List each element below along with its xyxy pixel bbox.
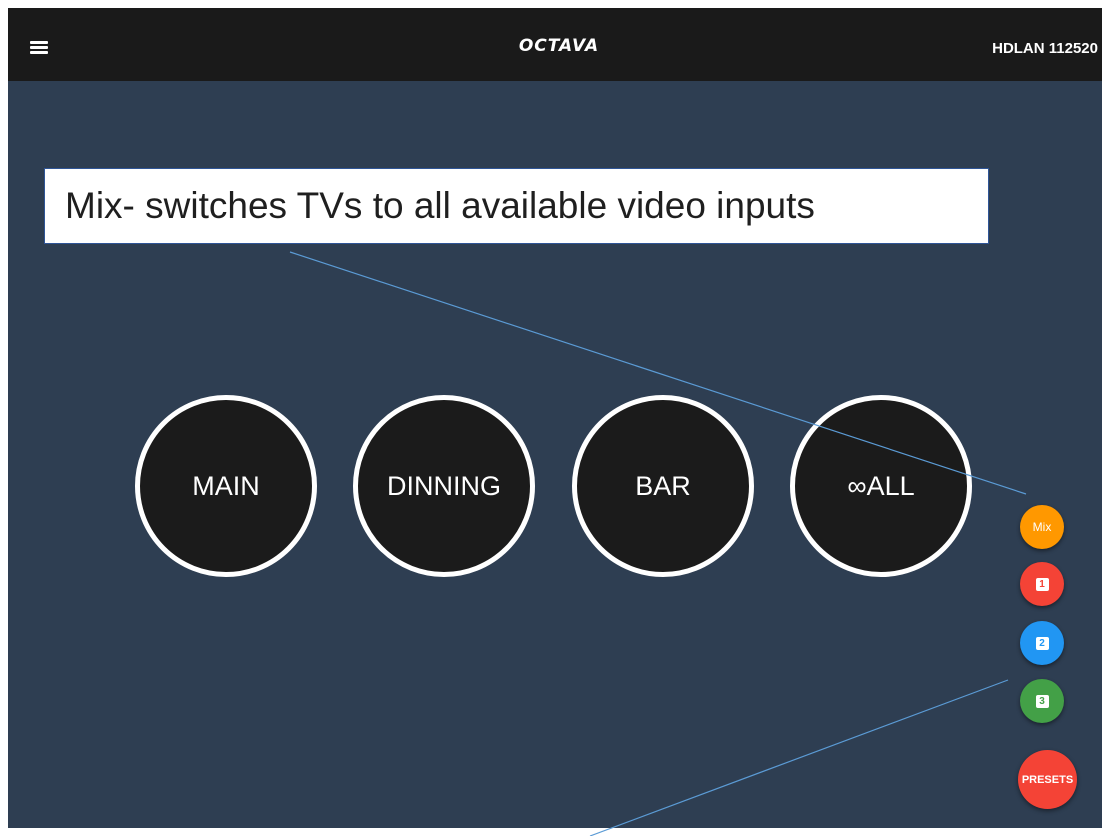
presets-button-label: PRESETS [1021,773,1074,786]
hamburger-menu-icon[interactable] [30,41,50,55]
device-name: HDLAN 112520 [992,40,1098,57]
mix-button[interactable]: Mix [1020,505,1064,549]
app-window: OCTAVA HDLAN 112520 MAIN DINNING BAR ∞AL… [8,8,1102,828]
top-bar: OCTAVA HDLAN 112520 [8,8,1102,81]
logo-text: OCTAVA [518,36,600,56]
screenshot-frame: OCTAVA HDLAN 112520 MAIN DINNING BAR ∞AL… [0,0,1102,836]
preset-3-button[interactable]: 3 [1020,679,1064,723]
mix-button-label: Mix [1032,520,1052,534]
octava-logo: OCTAVA [504,36,614,60]
preset-3-number-icon: 3 [1035,694,1049,708]
zone-button-all[interactable]: ∞ALL [790,395,972,577]
annotation-callout: Mix- switches TVs to all available video… [44,168,989,244]
preset-1-number-icon: 1 [1035,577,1049,591]
zone-button-bar[interactable]: BAR [572,395,754,577]
annotation-text: Mix- switches TVs to all available video… [65,185,815,226]
zone-button-main[interactable]: MAIN [135,395,317,577]
preset-2-button[interactable]: 2 [1020,621,1064,665]
preset-1-button[interactable]: 1 [1020,562,1064,606]
presets-button[interactable]: PRESETS [1018,750,1077,809]
zone-button-dinning[interactable]: DINNING [353,395,535,577]
preset-2-number-icon: 2 [1035,636,1049,650]
